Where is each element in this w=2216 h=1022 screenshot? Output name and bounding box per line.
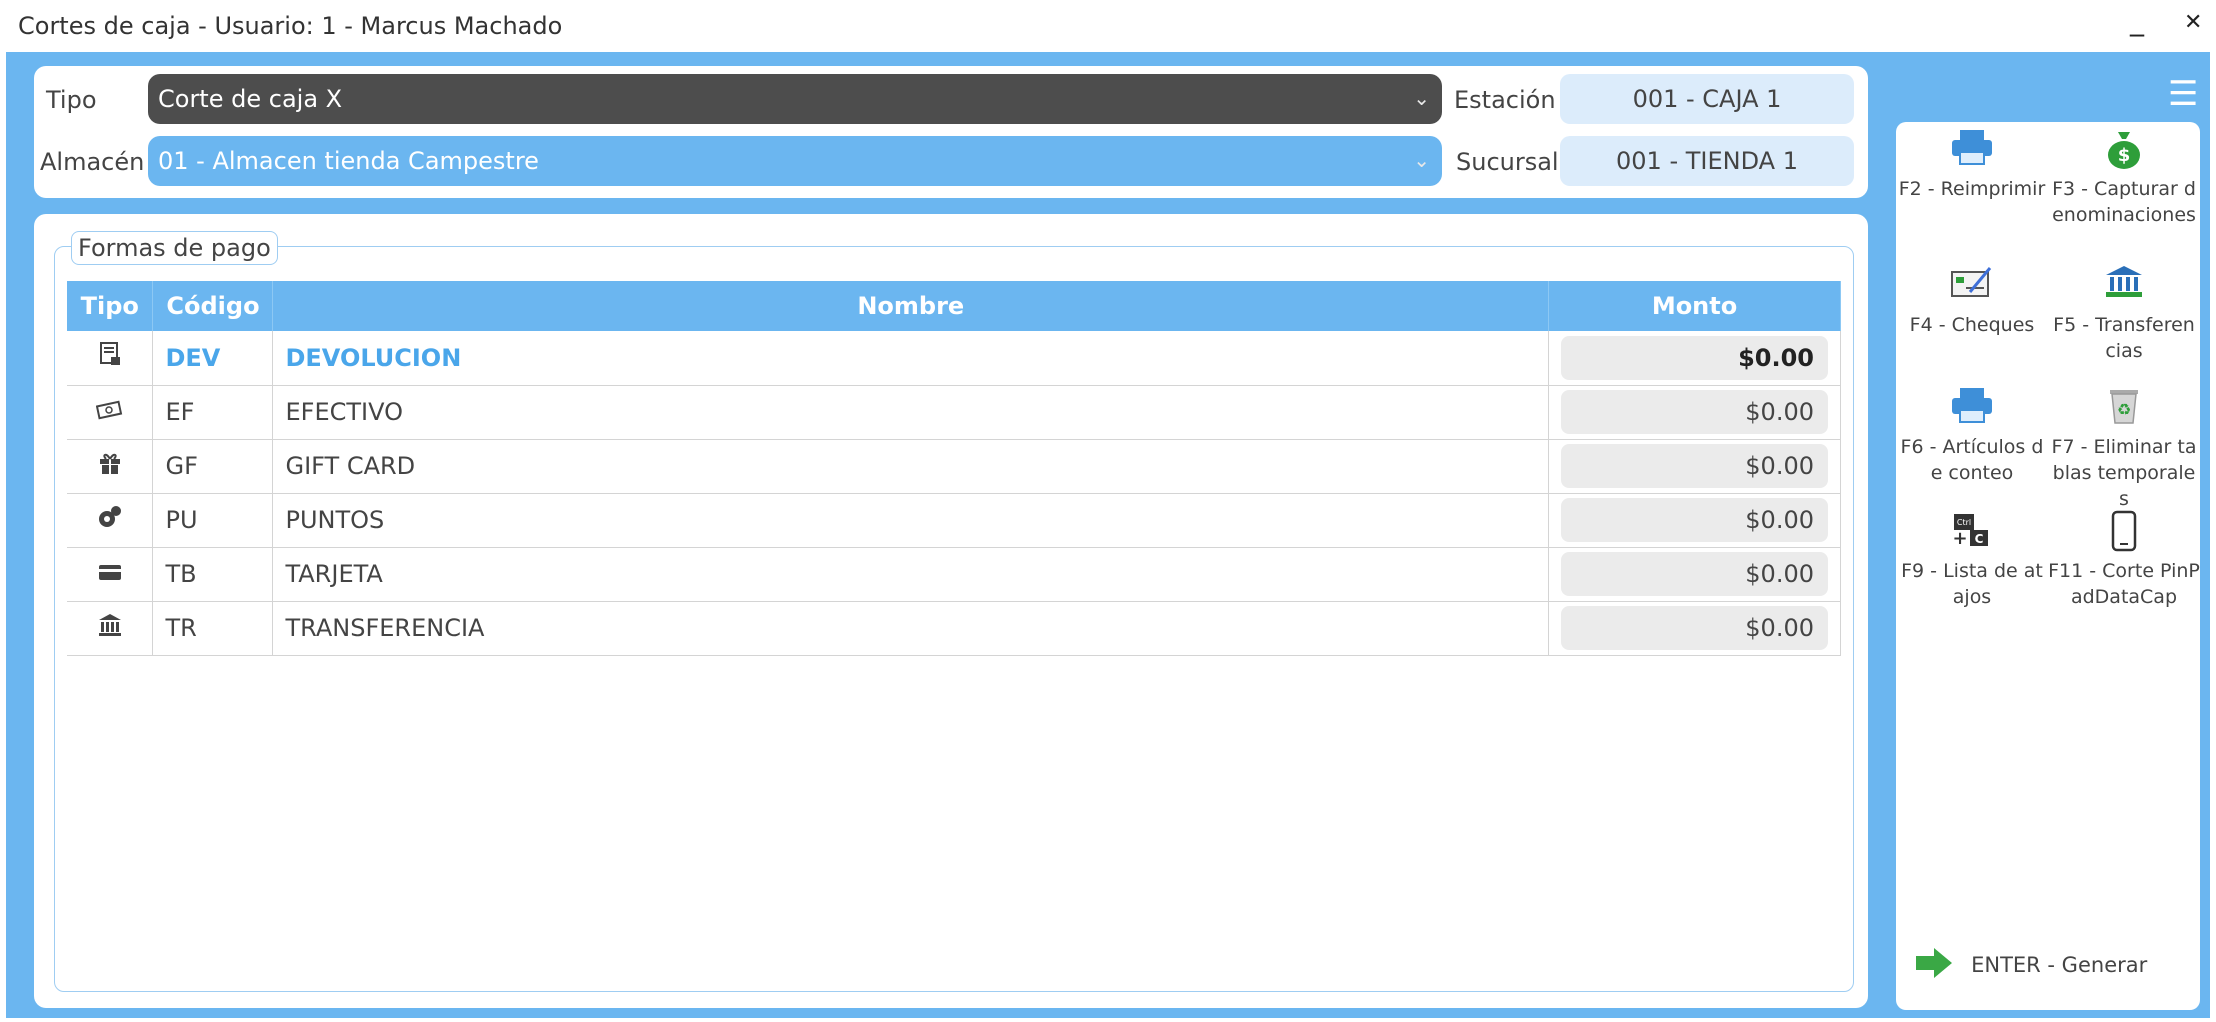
row-codigo: DEV bbox=[152, 331, 274, 386]
chevron-down-icon: ⌄ bbox=[1413, 86, 1430, 110]
articulos-conteo-label: F6 - Artículos de conteo bbox=[1900, 436, 2044, 484]
table-row[interactable]: DEV DEVOLUCION $0.00 bbox=[67, 331, 1841, 386]
receipt-icon bbox=[67, 331, 154, 386]
gift-icon bbox=[67, 439, 154, 494]
table-row[interactable]: TR TRANSFERENCIA $0.00 bbox=[67, 601, 1841, 656]
keyboard-shortcut-icon: Ctrl + C bbox=[1896, 510, 2048, 558]
phone-icon bbox=[2048, 510, 2200, 558]
column-header-monto[interactable]: Monto bbox=[1548, 281, 1841, 331]
coins-icon bbox=[67, 493, 154, 548]
corte-pinpad-label: F11 - Corte PinPadDataCap bbox=[2048, 560, 2200, 608]
tipo-select-value: Corte de caja X bbox=[158, 85, 343, 113]
card-icon bbox=[67, 547, 154, 602]
monto-input[interactable]: $0.00 bbox=[1561, 335, 1828, 380]
close-button[interactable]: ✕ bbox=[2184, 10, 2202, 35]
formas-pago-group: Formas de pago Tipo Código Nombre Monto bbox=[54, 231, 1854, 992]
monto-input[interactable]: $0.00 bbox=[1561, 606, 1828, 650]
formas-pago-table: Tipo Código Nombre Monto DEV DEVOLUCION … bbox=[67, 281, 1841, 656]
almacen-select[interactable]: 01 - Almacen tienda Campestre ⌄ bbox=[148, 136, 1442, 186]
check-icon bbox=[1896, 264, 2048, 312]
row-codigo: PU bbox=[152, 493, 274, 548]
estacion-field: 001 - CAJA 1 bbox=[1560, 74, 1854, 124]
formas-pago-legend: Formas de pago bbox=[71, 231, 278, 265]
svg-text:Ctrl: Ctrl bbox=[1957, 518, 1971, 527]
svg-text:+: + bbox=[1952, 528, 1967, 549]
table-row[interactable]: EF EFECTIVO $0.00 bbox=[67, 385, 1841, 440]
lista-atajos-button[interactable]: Ctrl + C F9 - Lista de atajos bbox=[1896, 510, 2048, 636]
row-codigo: EF bbox=[152, 385, 274, 440]
row-nombre: GIFT CARD bbox=[272, 439, 1550, 494]
printer-icon bbox=[1896, 128, 2048, 176]
sucursal-label: Sucursal bbox=[1456, 148, 1559, 176]
monto-input[interactable]: $0.00 bbox=[1561, 444, 1828, 488]
row-nombre: TARJETA bbox=[272, 547, 1550, 602]
transferencias-button[interactable]: F5 - Transferencias bbox=[2048, 264, 2200, 390]
capturar-denominaciones-button[interactable]: $ F3 - Capturar denominaciones bbox=[2048, 128, 2200, 254]
tipo-select[interactable]: Corte de caja X ⌄ bbox=[148, 74, 1442, 124]
content-panel: Formas de pago Tipo Código Nombre Monto bbox=[34, 214, 1868, 1008]
sucursal-field: 001 - TIENDA 1 bbox=[1560, 136, 1854, 186]
row-monto-cell: $0.00 bbox=[1548, 439, 1841, 494]
capturar-denominaciones-label: F3 - Capturar denominaciones bbox=[2052, 178, 2196, 226]
reimprimir-label: F2 - Reimprimir bbox=[1898, 178, 2046, 200]
hamburger-menu-icon[interactable]: ☰ bbox=[2168, 74, 2198, 114]
table-row[interactable]: TB TARJETA $0.00 bbox=[67, 547, 1841, 602]
column-header-tipo[interactable]: Tipo bbox=[67, 281, 154, 331]
monto-input[interactable]: $0.00 bbox=[1561, 552, 1828, 596]
row-monto-cell: $0.00 bbox=[1548, 601, 1841, 656]
reimprimir-button[interactable]: F2 - Reimprimir bbox=[1896, 128, 2048, 254]
tipo-label: Tipo bbox=[46, 86, 97, 114]
almacen-select-value: 01 - Almacen tienda Campestre bbox=[158, 147, 539, 175]
table-row[interactable]: GF GIFT CARD $0.00 bbox=[67, 439, 1841, 494]
row-nombre: TRANSFERENCIA bbox=[272, 601, 1550, 656]
row-monto-cell: $0.00 bbox=[1548, 547, 1841, 602]
row-nombre: DEVOLUCION bbox=[272, 331, 1550, 386]
recycle-bin-icon: ♻ bbox=[2048, 386, 2200, 434]
svg-text:C: C bbox=[1975, 532, 1984, 546]
cash-icon bbox=[67, 385, 154, 440]
window-title: Cortes de caja - Usuario: 1 - Marcus Mac… bbox=[18, 12, 563, 40]
arrow-right-icon bbox=[1914, 946, 1954, 984]
cheques-button[interactable]: F4 - Cheques bbox=[1896, 264, 2048, 390]
corte-pinpad-button[interactable]: F11 - Corte PinPadDataCap bbox=[2048, 510, 2200, 636]
money-bag-icon: $ bbox=[2048, 128, 2200, 176]
row-nombre: EFECTIVO bbox=[272, 385, 1550, 440]
row-codigo: GF bbox=[152, 439, 274, 494]
generar-label: ENTER - Generar bbox=[1971, 953, 2148, 977]
svg-text:$: $ bbox=[2118, 145, 2131, 166]
column-header-codigo[interactable]: Código bbox=[152, 281, 274, 331]
printer-icon bbox=[1896, 386, 2048, 434]
monto-input[interactable]: $0.00 bbox=[1561, 498, 1828, 542]
row-monto-cell: $0.00 bbox=[1548, 385, 1841, 440]
row-codigo: TB bbox=[152, 547, 274, 602]
row-codigo: TR bbox=[152, 601, 274, 656]
bank-icon bbox=[2048, 264, 2200, 312]
chevron-down-icon: ⌄ bbox=[1413, 148, 1430, 172]
cheques-label: F4 - Cheques bbox=[1909, 314, 2035, 336]
lista-atajos-label: F9 - Lista de atajos bbox=[1901, 560, 2043, 608]
actions-panel: F2 - Reimprimir $ F3 - Capturar denomina… bbox=[1896, 122, 2200, 1010]
row-monto-cell: $0.00 bbox=[1548, 331, 1841, 386]
column-header-nombre[interactable]: Nombre bbox=[272, 281, 1550, 331]
title-bar: Cortes de caja - Usuario: 1 - Marcus Mac… bbox=[0, 0, 2216, 52]
almacen-row: Almacén 01 - Almacen tienda Campestre ⌄ … bbox=[34, 136, 1868, 188]
tipo-row: Tipo Corte de caja X ⌄ Estación 001 - CA… bbox=[34, 74, 1868, 126]
transferencias-label: F5 - Transferencias bbox=[2053, 314, 2195, 362]
almacen-label: Almacén bbox=[40, 148, 145, 176]
minimize-button[interactable]: _ bbox=[2130, 4, 2144, 37]
monto-input[interactable]: $0.00 bbox=[1561, 390, 1828, 434]
main-area: Tipo Corte de caja X ⌄ Estación 001 - CA… bbox=[6, 52, 2210, 1018]
row-monto-cell: $0.00 bbox=[1548, 493, 1841, 548]
eliminar-tablas-button[interactable]: ♻ F7 - Eliminar tablas temporales bbox=[2048, 386, 2200, 512]
filter-panel: Tipo Corte de caja X ⌄ Estación 001 - CA… bbox=[34, 66, 1868, 198]
bank-icon bbox=[67, 601, 154, 656]
table-row[interactable]: PU PUNTOS $0.00 bbox=[67, 493, 1841, 548]
articulos-conteo-button[interactable]: F6 - Artículos de conteo bbox=[1896, 386, 2048, 512]
estacion-label: Estación bbox=[1454, 86, 1556, 114]
svg-text:♻: ♻ bbox=[2117, 400, 2131, 419]
eliminar-tablas-label: F7 - Eliminar tablas temporales bbox=[2051, 436, 2197, 510]
generar-button[interactable]: ENTER - Generar bbox=[1914, 946, 2147, 986]
row-nombre: PUNTOS bbox=[272, 493, 1550, 548]
